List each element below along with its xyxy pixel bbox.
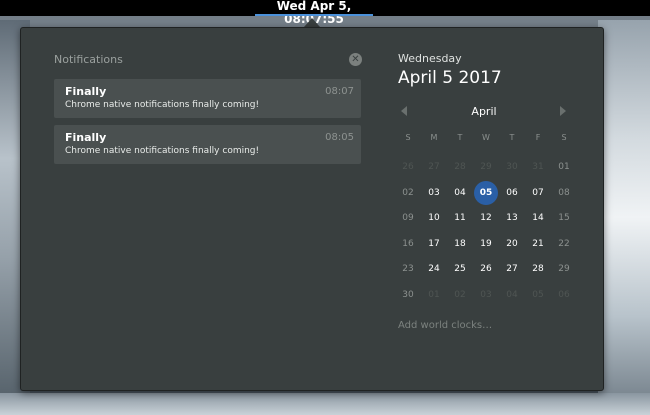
calendar-day[interactable]: 02 xyxy=(447,283,473,307)
calendar-day[interactable]: 29 xyxy=(551,257,577,281)
weekday-label: F xyxy=(535,133,541,142)
close-icon: ✕ xyxy=(351,54,360,65)
calendar-day[interactable]: 20 xyxy=(499,232,525,256)
chevron-right-icon[interactable] xyxy=(560,106,566,116)
weekday-label: W xyxy=(482,133,490,142)
calendar-day[interactable]: 22 xyxy=(551,232,577,256)
notification-title: Finally xyxy=(65,85,107,98)
calendar-day[interactable]: 28 xyxy=(447,155,473,179)
notification-item[interactable]: Finally Chrome native notifications fina… xyxy=(54,125,361,164)
calendar-day[interactable]: 09 xyxy=(395,206,421,230)
calendar-day[interactable]: 06 xyxy=(499,181,525,205)
calendar-day[interactable]: 25 xyxy=(447,257,473,281)
calendar-day[interactable]: 13 xyxy=(499,206,525,230)
calendar-day[interactable]: 29 xyxy=(473,155,499,179)
calendar-day[interactable]: 23 xyxy=(395,257,421,281)
calendar-day[interactable]: 30 xyxy=(395,283,421,307)
calendar-day[interactable]: 17 xyxy=(421,232,447,256)
notification-body: Chrome native notifications finally comi… xyxy=(65,100,260,110)
calendar-day[interactable]: 19 xyxy=(473,232,499,256)
calendar-day[interactable]: 16 xyxy=(395,232,421,256)
calendar-day[interactable]: 21 xyxy=(525,232,551,256)
weekday-label: T xyxy=(457,133,463,142)
calendar-day[interactable]: 18 xyxy=(447,232,473,256)
calendar-day[interactable]: 04 xyxy=(447,181,473,205)
notifications-heading: Notifications xyxy=(54,53,123,66)
calendar-day[interactable]: 15 xyxy=(551,206,577,230)
full-date[interactable]: April 5 2017 xyxy=(398,68,502,88)
calendar-day[interactable]: 03 xyxy=(473,283,499,307)
calendar-day[interactable]: 02 xyxy=(395,181,421,205)
notification-time: 08:07 xyxy=(325,86,354,97)
calendar-day[interactable]: 12 xyxy=(473,206,499,230)
calendar-day[interactable]: 27 xyxy=(499,257,525,281)
calendar-day[interactable]: 31 xyxy=(525,155,551,179)
clock-button[interactable]: Wed Apr 5, 08:07:55 xyxy=(250,0,378,26)
calendar-day[interactable]: 14 xyxy=(525,206,551,230)
clear-notifications-button[interactable]: ✕ xyxy=(349,53,362,66)
weekday-label: S xyxy=(561,133,567,142)
calendar-popover: Notifications ✕ Finally Chrome native no… xyxy=(20,27,604,391)
add-world-clocks-link[interactable]: Add world clocks… xyxy=(398,320,492,331)
month-label: April xyxy=(471,105,497,118)
weekday-label: S xyxy=(405,133,411,142)
desktop-wallpaper-bottom xyxy=(0,393,650,415)
calendar-day[interactable]: 10 xyxy=(421,206,447,230)
calendar-day[interactable]: 08 xyxy=(551,181,577,205)
calendar-day[interactable]: 24 xyxy=(421,257,447,281)
calendar-day[interactable]: 27 xyxy=(421,155,447,179)
calendar-day[interactable]: 01 xyxy=(551,155,577,179)
calendar-day[interactable]: 30 xyxy=(499,155,525,179)
calendar-day[interactable]: 01 xyxy=(421,283,447,307)
calendar-day[interactable]: 04 xyxy=(499,283,525,307)
weekday-label: M xyxy=(430,133,438,142)
top-bar: Wed Apr 5, 08:07:55 xyxy=(0,0,650,26)
day-name: Wednesday xyxy=(398,52,462,65)
weekday-label: T xyxy=(509,133,515,142)
calendar-day-today[interactable]: 05 xyxy=(474,180,498,205)
calendar-day[interactable]: 28 xyxy=(525,257,551,281)
clock-active-indicator xyxy=(255,14,373,16)
desktop-wallpaper-right xyxy=(598,20,650,415)
calendar-day[interactable]: 03 xyxy=(421,181,447,205)
notification-time: 08:05 xyxy=(325,132,354,143)
chevron-left-icon[interactable] xyxy=(401,106,407,116)
calendar-day[interactable]: 06 xyxy=(551,283,577,307)
notification-body: Chrome native notifications finally comi… xyxy=(65,146,260,156)
notification-item[interactable]: Finally Chrome native notifications fina… xyxy=(54,79,361,118)
calendar-day[interactable]: 26 xyxy=(473,257,499,281)
notification-title: Finally xyxy=(65,131,107,144)
calendar-day[interactable]: 05 xyxy=(525,283,551,307)
calendar-day[interactable]: 07 xyxy=(525,181,551,205)
calendar-day[interactable]: 26 xyxy=(395,155,421,179)
popover-pointer xyxy=(304,18,320,27)
calendar-day[interactable]: 11 xyxy=(447,206,473,230)
